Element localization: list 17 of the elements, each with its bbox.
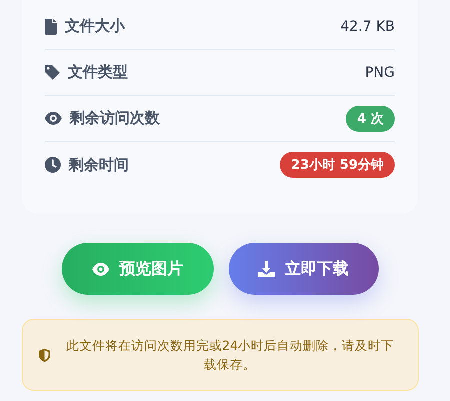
tag-icon — [45, 65, 60, 80]
info-label: 剩余访问次数 — [70, 109, 160, 128]
info-value: 42.7 KB — [340, 18, 395, 34]
info-value: PNG — [365, 64, 395, 80]
eye-icon — [45, 112, 62, 125]
info-label: 文件大小 — [65, 17, 125, 36]
file-icon — [45, 18, 57, 34]
info-label: 文件类型 — [68, 63, 128, 82]
clock-icon — [45, 157, 61, 173]
download-icon — [258, 261, 275, 277]
status-badge: 23小时 59分钟 — [280, 152, 395, 178]
status-badge: 4 次 — [346, 106, 395, 132]
eye-icon — [92, 262, 110, 276]
shield-icon — [39, 348, 50, 362]
download-button[interactable]: 立即下载 — [228, 243, 378, 295]
notice-text: 此文件将在访问次数用完或24小时后自动删除，请及时下载保存。 — [65, 337, 396, 374]
info-label: 剩余时间 — [69, 156, 129, 174]
